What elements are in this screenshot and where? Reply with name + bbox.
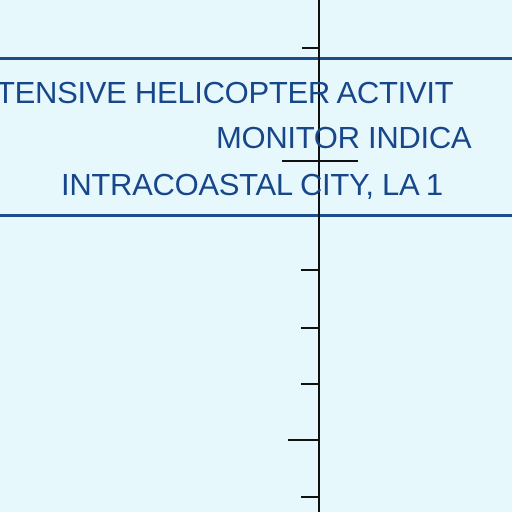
meridian-tick — [301, 383, 319, 385]
notice-box-top-border — [0, 57, 512, 60]
meridian-tick — [282, 160, 358, 162]
notice-box-bottom-border — [0, 214, 512, 217]
meridian-tick — [301, 496, 319, 498]
meridian-tick — [288, 439, 319, 441]
meridian-tick — [301, 269, 319, 271]
notice-line-2: MONITOR INDICA — [216, 120, 472, 155]
meridian-tick — [301, 327, 319, 329]
notice-line-1: TENSIVE HELICOPTER ACTIVIT — [0, 75, 454, 110]
meridian-tick — [302, 47, 319, 49]
notice-line-3: INTRACOASTAL CITY, LA 1 — [61, 167, 443, 202]
